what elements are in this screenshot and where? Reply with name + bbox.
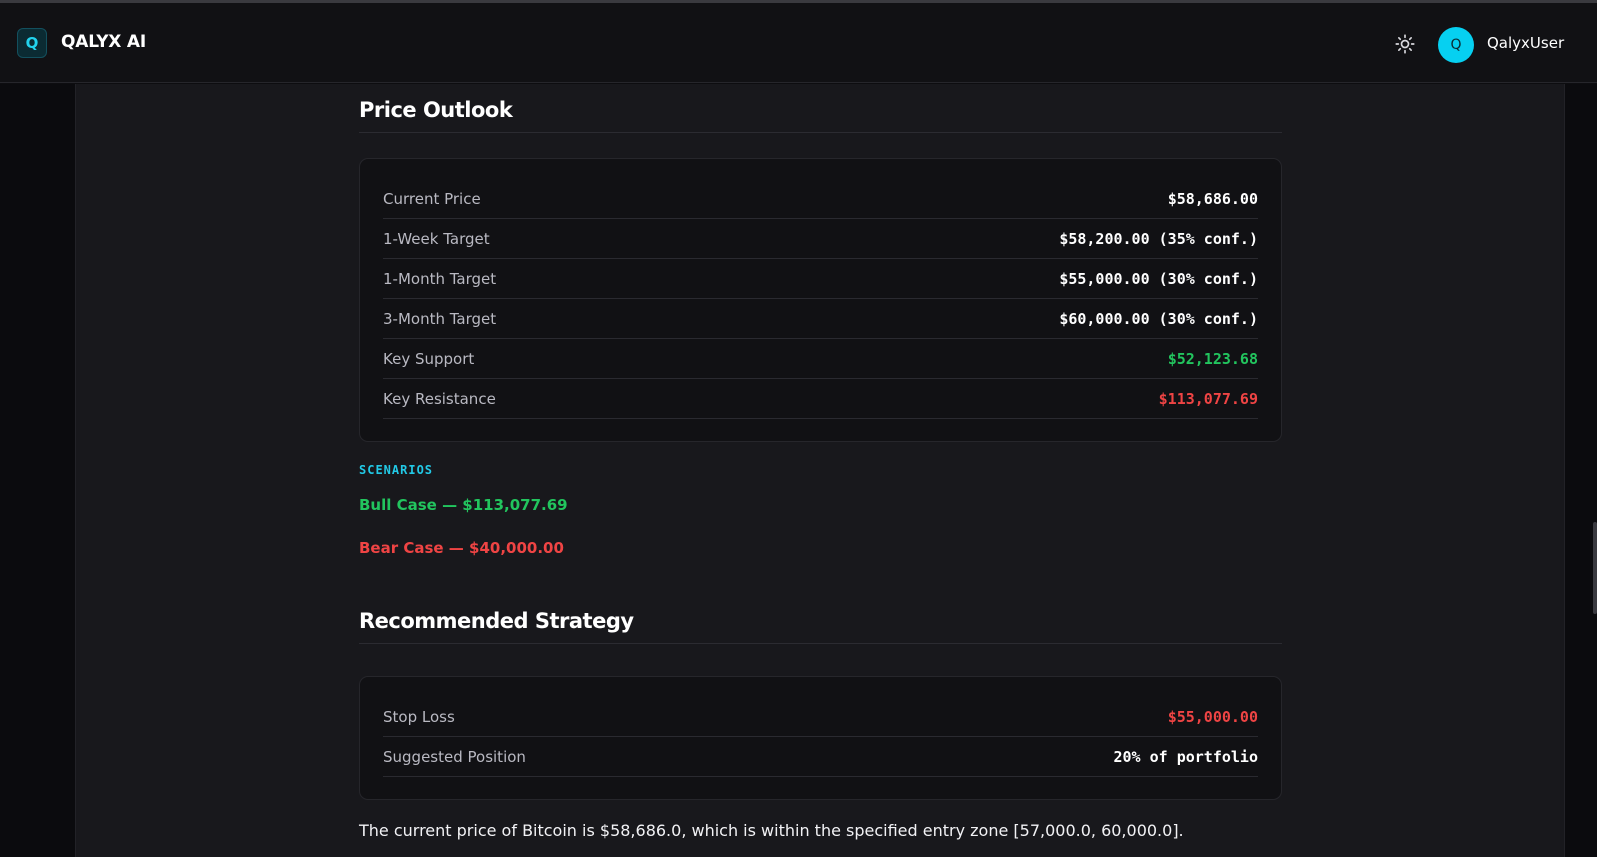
right-gutter	[1565, 84, 1597, 857]
price-outlook-row-value: $113,077.69	[1158, 389, 1258, 408]
price-outlook-row-label: 3-Month Target	[383, 309, 497, 328]
bear-case: Bear Case — $40,000.00	[359, 539, 564, 557]
scrollbar-thumb[interactable]	[1593, 522, 1597, 614]
strategy-row: Suggested Position 20% of portfolio	[383, 737, 1258, 777]
price-outlook-row-label: 1-Month Target	[383, 269, 497, 288]
strategy-row: Stop Loss $55,000.00	[383, 697, 1258, 737]
strategy-row-value: 20% of portfolio	[1113, 747, 1259, 766]
price-outlook-row: Key Resistance $113,077.69	[383, 379, 1258, 419]
username[interactable]: QalyxUser	[1487, 34, 1564, 52]
strategy-card: Stop Loss $55,000.00 Suggested Position 20%…	[359, 676, 1282, 800]
bull-case: Bull Case — $113,077.69	[359, 496, 568, 514]
price-outlook-row-value: $52,123.68	[1167, 349, 1258, 368]
price-outlook-row-value: $58,200.00 (35% conf.)	[1059, 229, 1258, 248]
app-header: Q QALYX AI Q QalyxUser	[0, 3, 1597, 83]
strategy-row-value: $55,000.00	[1167, 707, 1258, 726]
price-outlook-row: 1-Week Target $58,200.00 (35% conf.)	[383, 219, 1258, 259]
recommended-strategy-title: Recommended Strategy	[359, 609, 1282, 644]
price-outlook-row-value: $55,000.00 (30% conf.)	[1059, 269, 1258, 288]
price-outlook-row: Key Support $52,123.68	[383, 339, 1258, 379]
strategy-row-label: Suggested Position	[383, 747, 526, 766]
price-outlook-row: 1-Month Target $55,000.00 (30% conf.)	[383, 259, 1258, 299]
scenarios-label: SCENARIOS	[359, 463, 434, 477]
summary-text: The current price of Bitcoin is $58,686.…	[359, 821, 1184, 840]
price-outlook-row-label: Key Resistance	[383, 389, 496, 408]
price-outlook-row-value: $58,686.00	[1167, 189, 1258, 208]
price-outlook-card: Current Price $58,686.00 1-Week Target $58,…	[359, 158, 1282, 442]
theme-toggle-button[interactable]	[1392, 31, 1418, 57]
price-outlook-row: Current Price $58,686.00	[383, 179, 1258, 219]
price-outlook-row-value: $60,000.00 (30% conf.)	[1059, 309, 1258, 328]
logo-icon[interactable]: Q	[17, 28, 47, 58]
price-outlook-row-label: Key Support	[383, 349, 475, 368]
price-outlook-row-label: 1-Week Target	[383, 229, 490, 248]
user-avatar[interactable]: Q	[1438, 27, 1474, 63]
price-outlook-row-label: Current Price	[383, 189, 481, 208]
brand-name[interactable]: QALYX AI	[61, 32, 146, 52]
price-outlook-row: 3-Month Target $60,000.00 (30% conf.)	[383, 299, 1258, 339]
left-sidebar-area	[0, 84, 75, 857]
price-outlook-title: Price Outlook	[359, 98, 1282, 133]
strategy-row-label: Stop Loss	[383, 707, 455, 726]
sun-icon	[1395, 34, 1415, 54]
